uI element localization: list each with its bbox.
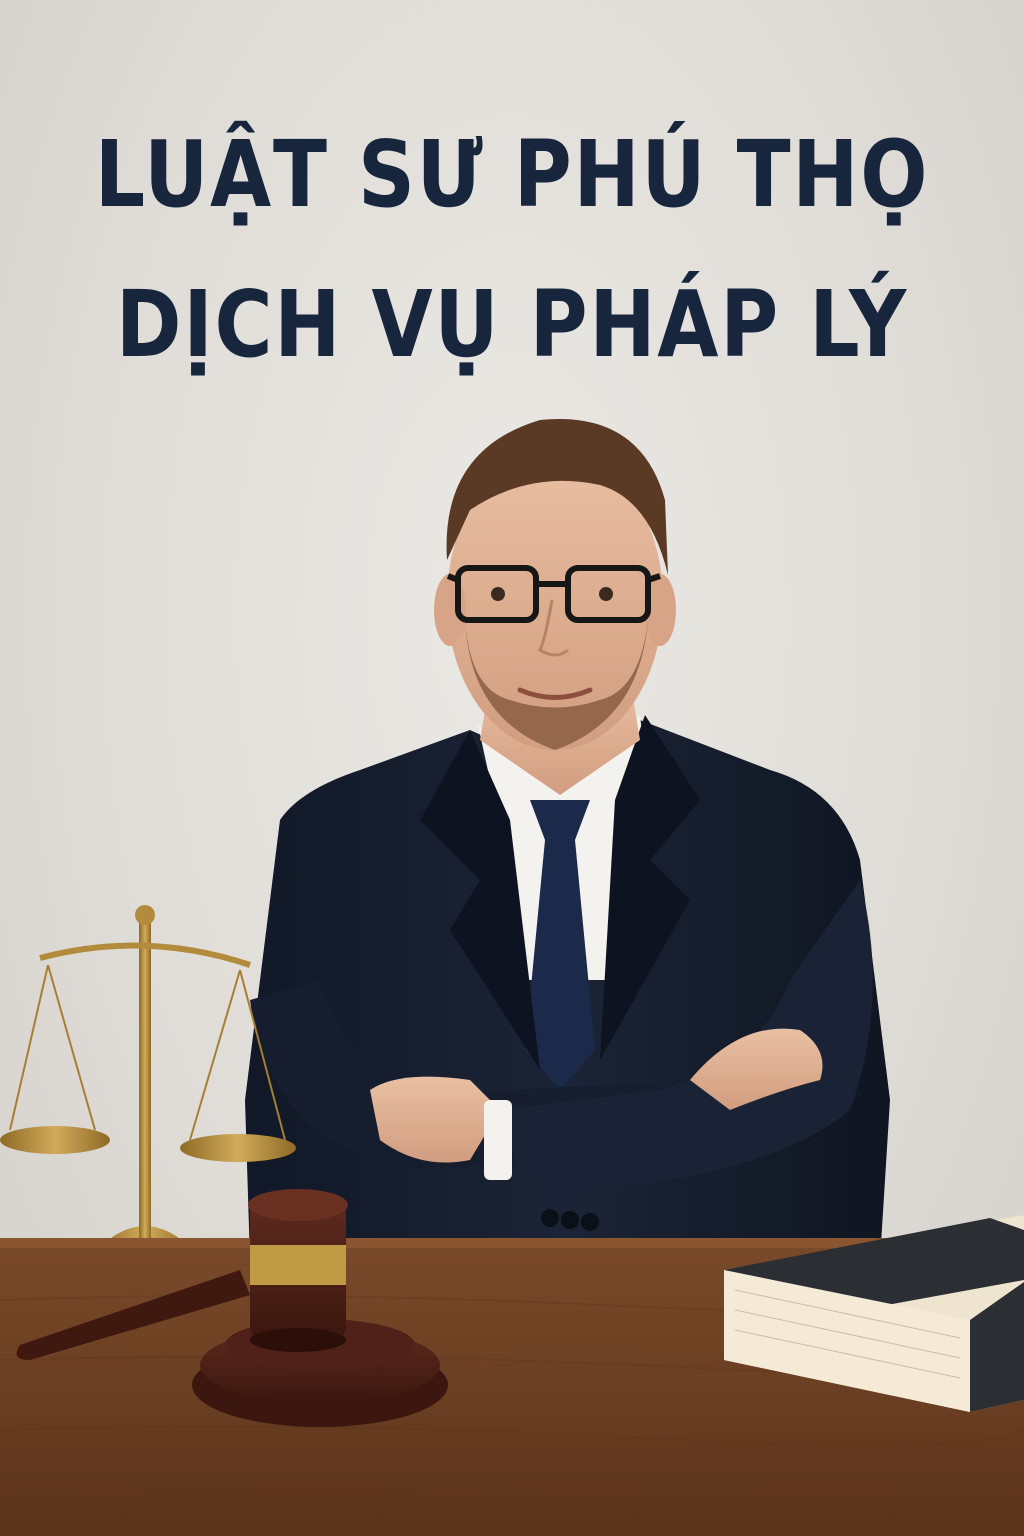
poster-title: LUẬT SƯ PHÚ THỌ DỊCH VỤ PHÁP LÝ <box>72 100 953 400</box>
lawyer-figure <box>245 419 890 1260</box>
shirt-cuff <box>484 1100 512 1180</box>
title-line-2: DỊCH VỤ PHÁP LÝ <box>115 271 909 378</box>
poster: LUẬT SƯ PHÚ THỌ DỊCH VỤ PHÁP LÝ <box>0 0 1024 1536</box>
left-eye <box>491 587 505 601</box>
right-eye <box>599 587 613 601</box>
left-ear <box>434 574 466 646</box>
title-line-1: LUẬT SƯ PHÚ THỌ <box>94 121 930 228</box>
